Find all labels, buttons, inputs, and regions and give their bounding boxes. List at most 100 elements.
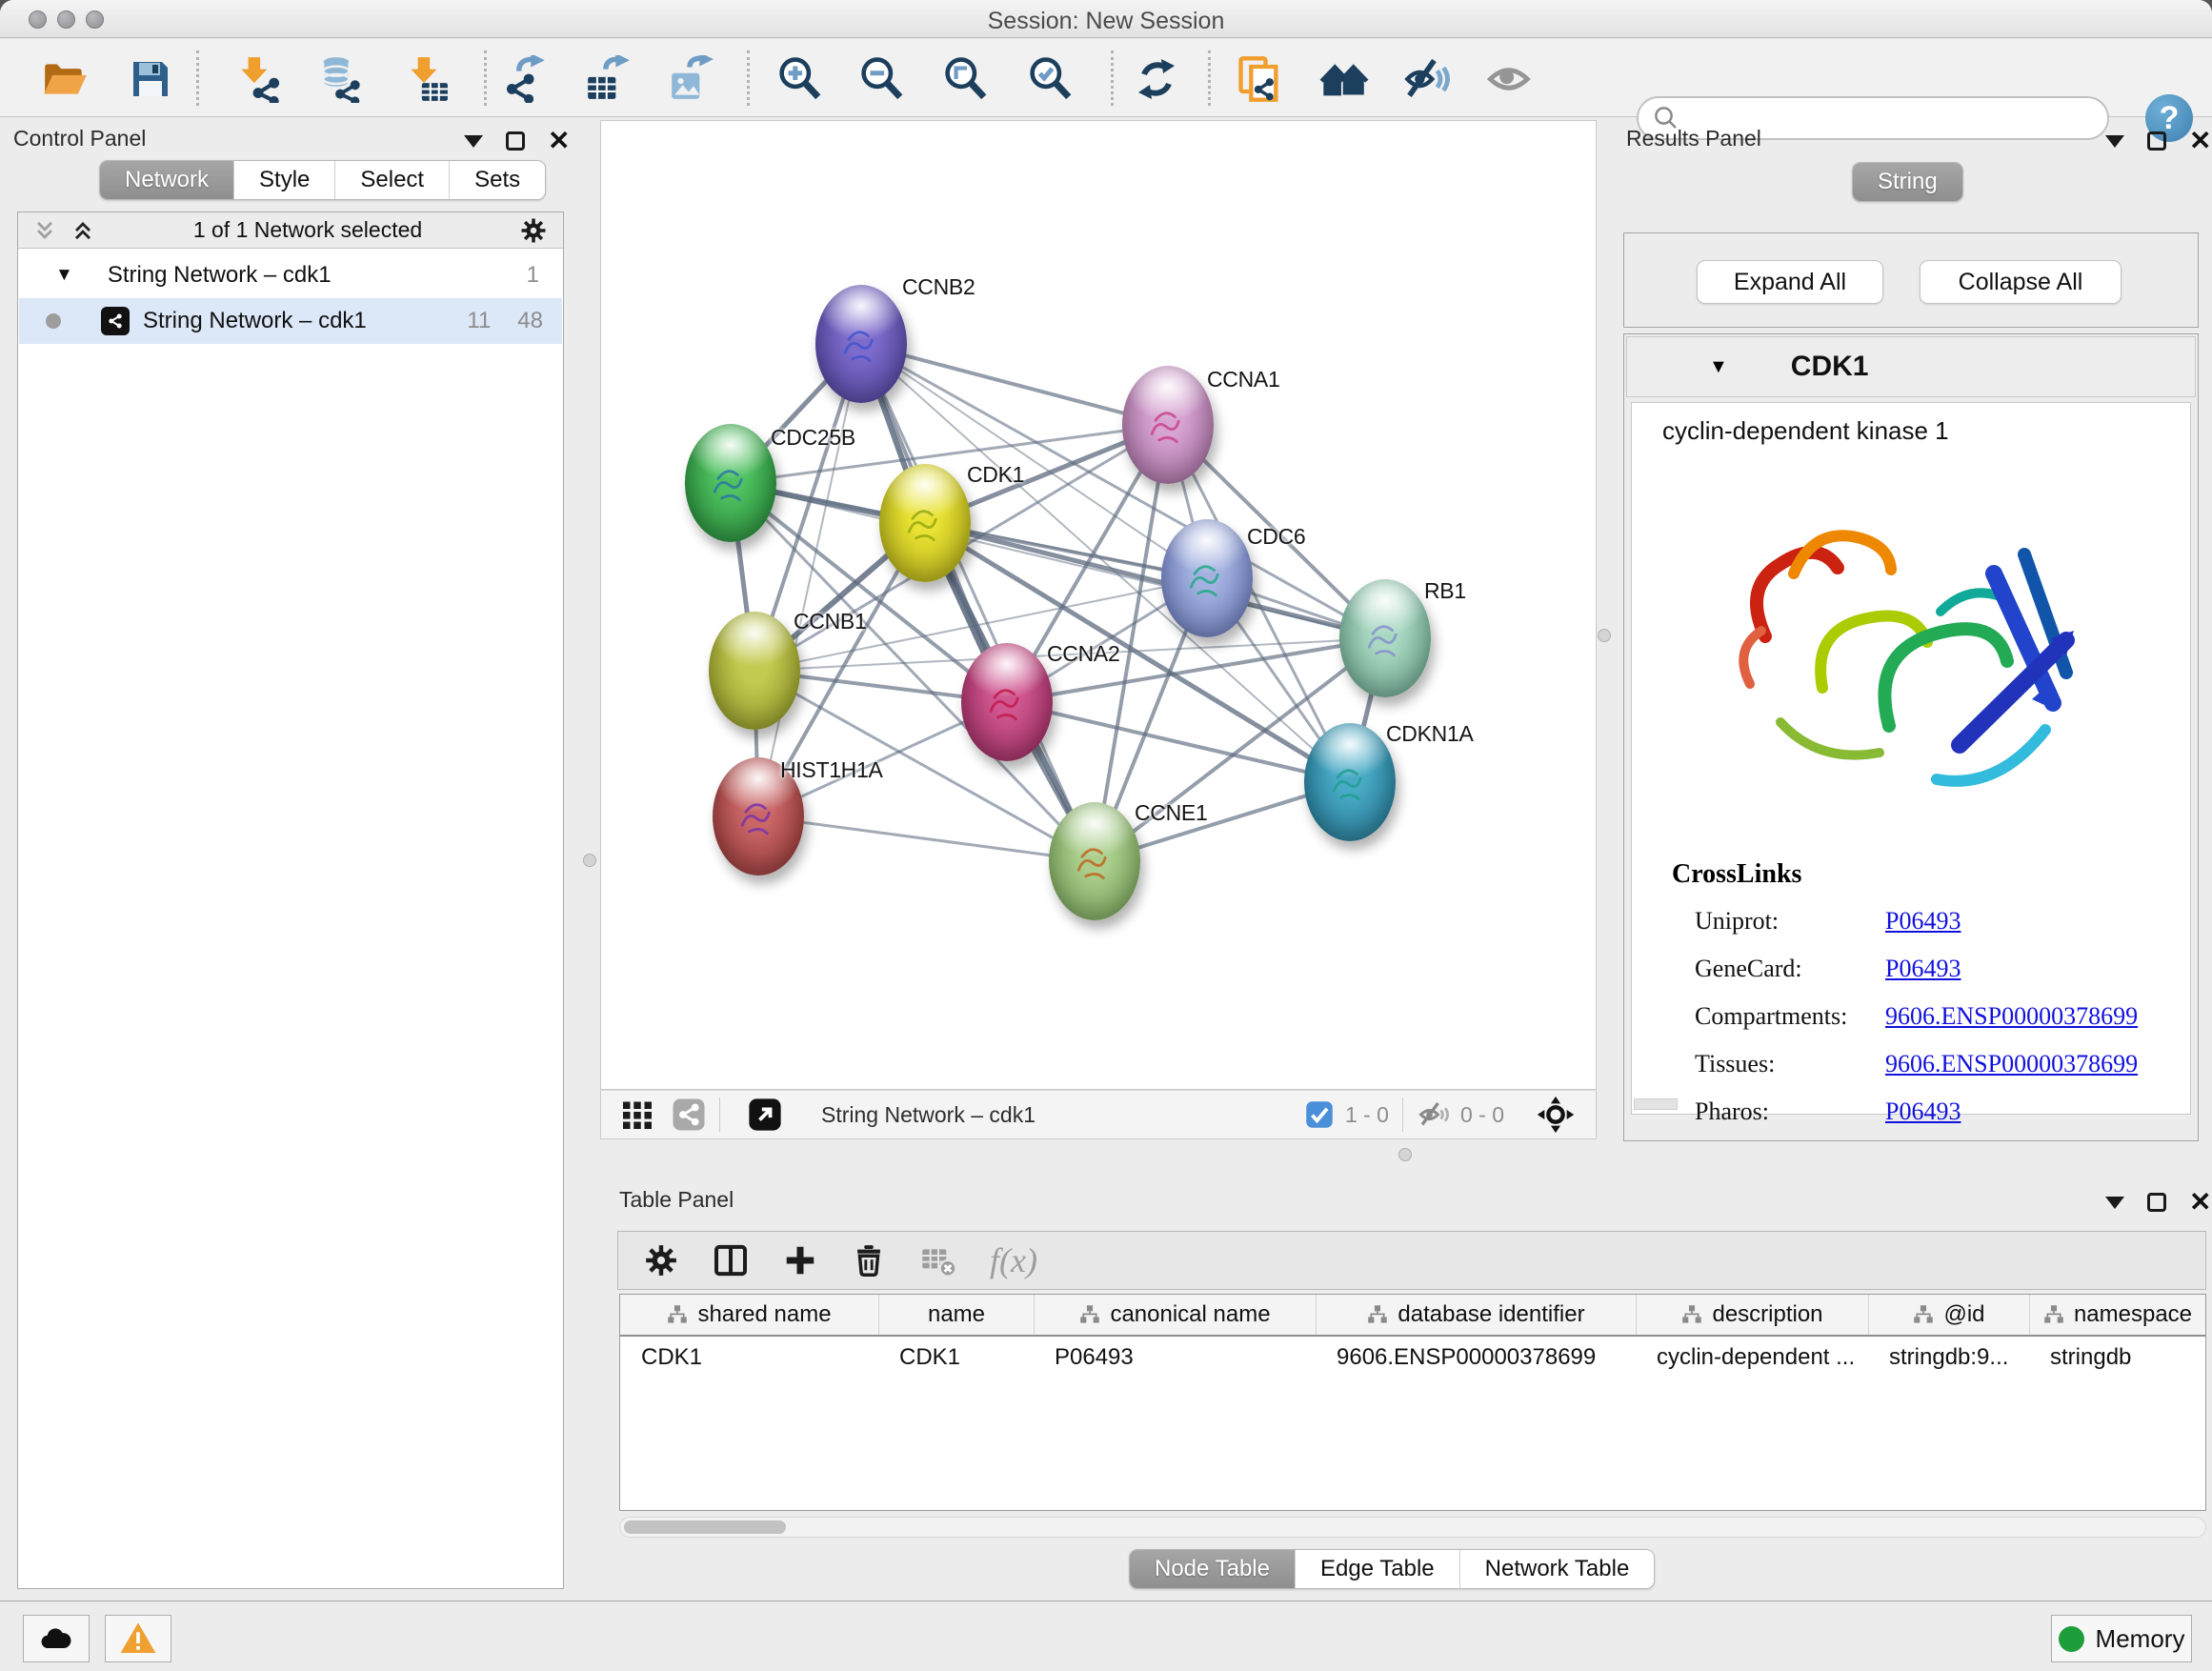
protein-scribble-icon: [1141, 393, 1195, 456]
pan-target-icon[interactable]: [1537, 1096, 1575, 1134]
table-cell[interactable]: P06493: [1034, 1337, 1316, 1380]
tab-network-table[interactable]: Network Table: [1459, 1550, 1655, 1588]
import-network-from-file-button[interactable]: [233, 54, 283, 104]
network-canvas[interactable]: CCNB2CCNA1CDC25BCDK1CDC6RB1CCNB1CCNA2CDK…: [600, 120, 1597, 1090]
tab-sets[interactable]: Sets: [449, 161, 545, 199]
protein-section-header[interactable]: ▼ CDK1: [1626, 336, 2196, 397]
expand-all-chevrons-icon[interactable]: [70, 217, 96, 244]
network-share-icon[interactable]: [672, 1097, 706, 1132]
panel-menu-icon[interactable]: [2105, 1197, 2124, 1209]
column-header-shared-name[interactable]: shared name: [620, 1295, 878, 1335]
open-external-window-icon[interactable]: [747, 1097, 783, 1133]
zoom-in-button[interactable]: [775, 54, 825, 104]
open-session-button[interactable]: [40, 54, 90, 104]
zoom-out-button[interactable]: [857, 54, 907, 104]
export-image-button[interactable]: [667, 54, 716, 104]
footer-separator: [1402, 1097, 1403, 1132]
show-all-button[interactable]: [1486, 54, 1536, 104]
crosslink-value-link[interactable]: P06493: [1885, 1097, 1961, 1126]
network-tree-panel: 1 of 1 Network selected ▼ String Network…: [17, 211, 564, 1589]
zoom-selected-button[interactable]: [1026, 54, 1076, 104]
tab-network[interactable]: Network: [100, 161, 233, 199]
column-header-canonical-name[interactable]: canonical name: [1034, 1295, 1316, 1335]
left-splitter-handle[interactable]: [583, 854, 596, 867]
tab-select[interactable]: Select: [334, 161, 449, 199]
new-network-from-selection-button[interactable]: [1235, 54, 1284, 104]
add-column-plus-icon[interactable]: [782, 1242, 818, 1278]
node-CDC25B[interactable]: [685, 424, 776, 542]
export-table-button[interactable]: [583, 54, 633, 104]
crosslink-value-link[interactable]: 9606.ENSP00000378699: [1885, 1050, 2138, 1078]
panel-close-icon[interactable]: ✕: [2189, 131, 2211, 151]
panel-close-icon[interactable]: ✕: [2189, 1193, 2211, 1212]
tab-edge-table[interactable]: Edge Table: [1295, 1550, 1459, 1588]
gear-icon[interactable]: [519, 216, 548, 245]
crosslink-value-link[interactable]: P06493: [1885, 907, 1961, 936]
delete-column-trash-icon[interactable]: [851, 1242, 887, 1278]
table-cell[interactable]: stringdb: [2029, 1337, 2205, 1380]
hide-selected-button[interactable]: [1403, 54, 1453, 104]
import-table-from-file-button[interactable]: [401, 54, 451, 104]
apply-layout-button[interactable]: [1132, 54, 1181, 104]
node-CCNE1[interactable]: [1049, 802, 1140, 920]
tree-expand-triangle-icon[interactable]: ▼: [55, 265, 73, 286]
table-row[interactable]: CDK1CDK1P064939606.ENSP00000378699cyclin…: [620, 1337, 2205, 1380]
panel-float-icon[interactable]: [2147, 131, 2166, 151]
crosslink-value-link[interactable]: 9606.ENSP00000378699: [1885, 1002, 2138, 1031]
table-cell[interactable]: CDK1: [620, 1337, 878, 1380]
expand-all-button[interactable]: Expand All: [1697, 260, 1883, 304]
panel-float-icon[interactable]: [506, 131, 525, 151]
panel-menu-icon[interactable]: [464, 135, 483, 148]
bottom-splitter-handle[interactable]: [1398, 1148, 1412, 1161]
network-row[interactable]: String Network – cdk1 11 48: [19, 298, 562, 344]
tab-string[interactable]: String: [1853, 163, 1962, 201]
column-header-namespace[interactable]: namespace: [2029, 1295, 2205, 1335]
cybrowser-button[interactable]: [1319, 54, 1369, 104]
table-hscrollbar[interactable]: [619, 1517, 2206, 1538]
node-CCNA1[interactable]: [1122, 366, 1214, 484]
node-RB1[interactable]: [1339, 579, 1431, 697]
cloud-status-button[interactable]: [23, 1615, 90, 1662]
panel-float-icon[interactable]: [2147, 1193, 2166, 1212]
table-cell[interactable]: stringdb:9...: [1868, 1337, 2029, 1380]
save-session-button[interactable]: [126, 54, 175, 104]
column-header-name[interactable]: name: [878, 1295, 1034, 1335]
table-hscrollbar-thumb[interactable]: [624, 1520, 786, 1534]
section-expand-triangle-icon[interactable]: ▼: [1709, 356, 1728, 378]
crosslink-value-link[interactable]: P06493: [1885, 955, 1961, 983]
tab-node-table[interactable]: Node Table: [1130, 1550, 1295, 1588]
table-cell[interactable]: cyclin-dependent ...: [1636, 1337, 1868, 1380]
column-header-description[interactable]: description: [1636, 1295, 1868, 1335]
zoom-fit-button[interactable]: [941, 54, 991, 104]
node-CCNB1[interactable]: [709, 612, 800, 730]
table-cell[interactable]: 9606.ENSP00000378699: [1316, 1337, 1636, 1380]
tab-style[interactable]: Style: [233, 161, 334, 199]
table-tabs: Node TableEdge TableNetwork Table: [1129, 1549, 1655, 1589]
node-CDC6[interactable]: [1161, 519, 1253, 637]
export-network-button[interactable]: [502, 54, 552, 104]
collapse-all-button[interactable]: Collapse All: [1920, 260, 2122, 304]
delete-table-icon[interactable]: [919, 1241, 957, 1279]
import-network-from-database-button[interactable]: [313, 54, 363, 104]
right-splitter-handle[interactable]: [1598, 629, 1611, 642]
zoom-in-icon: [776, 55, 824, 103]
table-cell[interactable]: CDK1: [878, 1337, 1034, 1380]
function-builder-icon[interactable]: f(x): [990, 1240, 1037, 1280]
node-CCNA2[interactable]: [961, 643, 1053, 761]
column-header-@id[interactable]: @id: [1868, 1295, 2029, 1335]
birds-eye-view-icon[interactable]: [620, 1097, 654, 1132]
collapse-all-chevrons-icon[interactable]: [31, 217, 58, 244]
node-CCNB2[interactable]: [815, 285, 907, 403]
results-hscrollbar-thumb[interactable]: [1634, 1098, 1678, 1110]
memory-button[interactable]: Memory: [2051, 1615, 2192, 1662]
gear-icon[interactable]: [643, 1242, 679, 1278]
panel-menu-icon[interactable]: [2105, 135, 2124, 148]
node-CDKN1A[interactable]: [1304, 723, 1396, 841]
network-collection-row[interactable]: ▼ String Network – cdk1 1: [19, 252, 562, 298]
show-columns-icon[interactable]: [712, 1241, 750, 1279]
node-CDK1[interactable]: [879, 464, 971, 582]
panel-close-icon[interactable]: ✕: [548, 131, 570, 151]
column-header-database-identifier[interactable]: database identifier: [1316, 1295, 1636, 1335]
warnings-button[interactable]: [105, 1615, 171, 1662]
selected-checkbox-icon[interactable]: [1305, 1100, 1334, 1129]
